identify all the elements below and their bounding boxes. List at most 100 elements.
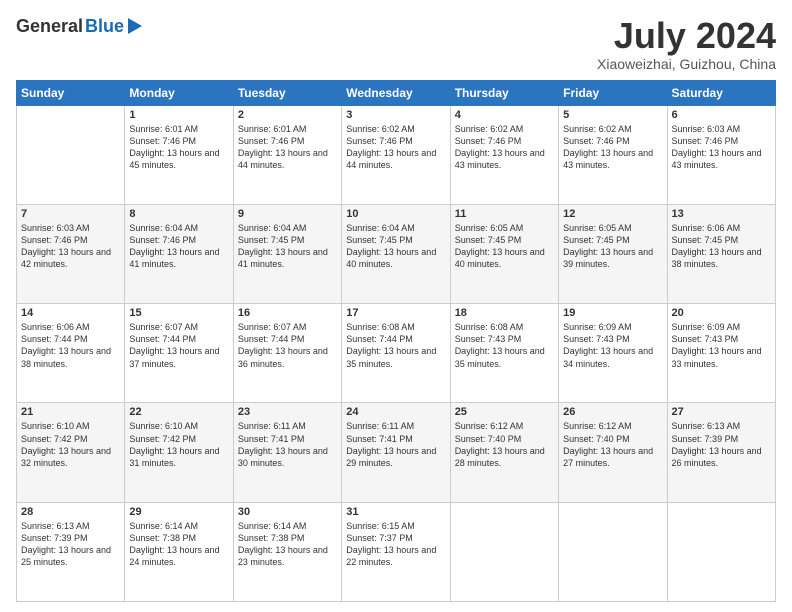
day-number: 23 (238, 406, 337, 418)
calendar-week-row: 28 Sunrise: 6:13 AMSunset: 7:39 PMDaylig… (17, 502, 776, 601)
cell-info: Sunrise: 6:13 AMSunset: 7:39 PMDaylight:… (21, 520, 120, 569)
cell-info: Sunrise: 6:11 AMSunset: 7:41 PMDaylight:… (346, 420, 445, 469)
day-number: 30 (238, 506, 337, 518)
calendar-cell: 25 Sunrise: 6:12 AMSunset: 7:40 PMDaylig… (450, 403, 558, 502)
calendar-cell: 22 Sunrise: 6:10 AMSunset: 7:42 PMDaylig… (125, 403, 233, 502)
cell-info: Sunrise: 6:09 AMSunset: 7:43 PMDaylight:… (672, 321, 771, 370)
calendar-cell (667, 502, 775, 601)
calendar-cell: 17 Sunrise: 6:08 AMSunset: 7:44 PMDaylig… (342, 304, 450, 403)
calendar-cell: 10 Sunrise: 6:04 AMSunset: 7:45 PMDaylig… (342, 204, 450, 303)
cell-info: Sunrise: 6:01 AMSunset: 7:46 PMDaylight:… (238, 123, 337, 172)
day-number: 27 (672, 406, 771, 418)
calendar-cell: 13 Sunrise: 6:06 AMSunset: 7:45 PMDaylig… (667, 204, 775, 303)
day-number: 19 (563, 307, 662, 319)
title-area: July 2024 Xiaoweizhai, Guizhou, China (597, 16, 776, 72)
cell-info: Sunrise: 6:08 AMSunset: 7:44 PMDaylight:… (346, 321, 445, 370)
calendar-cell: 20 Sunrise: 6:09 AMSunset: 7:43 PMDaylig… (667, 304, 775, 403)
day-number: 10 (346, 208, 445, 220)
day-number: 16 (238, 307, 337, 319)
calendar-cell: 8 Sunrise: 6:04 AMSunset: 7:46 PMDayligh… (125, 204, 233, 303)
location: Xiaoweizhai, Guizhou, China (597, 56, 776, 72)
calendar-cell: 23 Sunrise: 6:11 AMSunset: 7:41 PMDaylig… (233, 403, 341, 502)
day-number: 3 (346, 109, 445, 121)
day-number: 28 (21, 506, 120, 518)
day-number: 5 (563, 109, 662, 121)
logo: General Blue (16, 16, 142, 37)
header: General Blue July 2024 Xiaoweizhai, Guiz… (16, 16, 776, 72)
cell-info: Sunrise: 6:10 AMSunset: 7:42 PMDaylight:… (21, 420, 120, 469)
calendar-header-row: SundayMondayTuesdayWednesdayThursdayFrid… (17, 80, 776, 105)
calendar-cell: 28 Sunrise: 6:13 AMSunset: 7:39 PMDaylig… (17, 502, 125, 601)
cell-info: Sunrise: 6:03 AMSunset: 7:46 PMDaylight:… (21, 222, 120, 271)
calendar-cell: 14 Sunrise: 6:06 AMSunset: 7:44 PMDaylig… (17, 304, 125, 403)
cell-info: Sunrise: 6:02 AMSunset: 7:46 PMDaylight:… (346, 123, 445, 172)
calendar-week-row: 7 Sunrise: 6:03 AMSunset: 7:46 PMDayligh… (17, 204, 776, 303)
calendar-cell: 16 Sunrise: 6:07 AMSunset: 7:44 PMDaylig… (233, 304, 341, 403)
calendar-cell (17, 105, 125, 204)
cell-info: Sunrise: 6:15 AMSunset: 7:37 PMDaylight:… (346, 520, 445, 569)
day-number: 24 (346, 406, 445, 418)
calendar-cell: 24 Sunrise: 6:11 AMSunset: 7:41 PMDaylig… (342, 403, 450, 502)
day-number: 17 (346, 307, 445, 319)
cell-info: Sunrise: 6:03 AMSunset: 7:46 PMDaylight:… (672, 123, 771, 172)
calendar-cell: 26 Sunrise: 6:12 AMSunset: 7:40 PMDaylig… (559, 403, 667, 502)
day-number: 4 (455, 109, 554, 121)
day-number: 9 (238, 208, 337, 220)
cell-info: Sunrise: 6:08 AMSunset: 7:43 PMDaylight:… (455, 321, 554, 370)
calendar-cell: 19 Sunrise: 6:09 AMSunset: 7:43 PMDaylig… (559, 304, 667, 403)
day-number: 18 (455, 307, 554, 319)
day-number: 29 (129, 506, 228, 518)
day-number: 26 (563, 406, 662, 418)
day-number: 1 (129, 109, 228, 121)
calendar-cell: 18 Sunrise: 6:08 AMSunset: 7:43 PMDaylig… (450, 304, 558, 403)
cell-info: Sunrise: 6:07 AMSunset: 7:44 PMDaylight:… (238, 321, 337, 370)
cell-info: Sunrise: 6:10 AMSunset: 7:42 PMDaylight:… (129, 420, 228, 469)
logo-blue-text: Blue (85, 16, 124, 37)
calendar-header-wednesday: Wednesday (342, 80, 450, 105)
cell-info: Sunrise: 6:04 AMSunset: 7:45 PMDaylight:… (238, 222, 337, 271)
cell-info: Sunrise: 6:09 AMSunset: 7:43 PMDaylight:… (563, 321, 662, 370)
day-number: 7 (21, 208, 120, 220)
cell-info: Sunrise: 6:07 AMSunset: 7:44 PMDaylight:… (129, 321, 228, 370)
calendar-cell: 2 Sunrise: 6:01 AMSunset: 7:46 PMDayligh… (233, 105, 341, 204)
calendar-cell: 21 Sunrise: 6:10 AMSunset: 7:42 PMDaylig… (17, 403, 125, 502)
calendar-week-row: 21 Sunrise: 6:10 AMSunset: 7:42 PMDaylig… (17, 403, 776, 502)
page: General Blue July 2024 Xiaoweizhai, Guiz… (0, 0, 792, 612)
calendar-week-row: 14 Sunrise: 6:06 AMSunset: 7:44 PMDaylig… (17, 304, 776, 403)
cell-info: Sunrise: 6:04 AMSunset: 7:46 PMDaylight:… (129, 222, 228, 271)
calendar-header-sunday: Sunday (17, 80, 125, 105)
day-number: 2 (238, 109, 337, 121)
calendar-cell (450, 502, 558, 601)
logo-general-text: General (16, 16, 83, 37)
cell-info: Sunrise: 6:02 AMSunset: 7:46 PMDaylight:… (563, 123, 662, 172)
calendar-cell: 7 Sunrise: 6:03 AMSunset: 7:46 PMDayligh… (17, 204, 125, 303)
cell-info: Sunrise: 6:11 AMSunset: 7:41 PMDaylight:… (238, 420, 337, 469)
cell-info: Sunrise: 6:04 AMSunset: 7:45 PMDaylight:… (346, 222, 445, 271)
day-number: 13 (672, 208, 771, 220)
calendar-header-thursday: Thursday (450, 80, 558, 105)
day-number: 22 (129, 406, 228, 418)
calendar-cell (559, 502, 667, 601)
calendar-cell: 30 Sunrise: 6:14 AMSunset: 7:38 PMDaylig… (233, 502, 341, 601)
logo-arrow-icon (128, 18, 142, 34)
calendar-cell: 29 Sunrise: 6:14 AMSunset: 7:38 PMDaylig… (125, 502, 233, 601)
cell-info: Sunrise: 6:02 AMSunset: 7:46 PMDaylight:… (455, 123, 554, 172)
day-number: 25 (455, 406, 554, 418)
day-number: 8 (129, 208, 228, 220)
calendar-header-friday: Friday (559, 80, 667, 105)
cell-info: Sunrise: 6:06 AMSunset: 7:45 PMDaylight:… (672, 222, 771, 271)
calendar-cell: 27 Sunrise: 6:13 AMSunset: 7:39 PMDaylig… (667, 403, 775, 502)
cell-info: Sunrise: 6:05 AMSunset: 7:45 PMDaylight:… (563, 222, 662, 271)
day-number: 31 (346, 506, 445, 518)
cell-info: Sunrise: 6:05 AMSunset: 7:45 PMDaylight:… (455, 222, 554, 271)
cell-info: Sunrise: 6:01 AMSunset: 7:46 PMDaylight:… (129, 123, 228, 172)
calendar-table: SundayMondayTuesdayWednesdayThursdayFrid… (16, 80, 776, 602)
calendar-week-row: 1 Sunrise: 6:01 AMSunset: 7:46 PMDayligh… (17, 105, 776, 204)
cell-info: Sunrise: 6:13 AMSunset: 7:39 PMDaylight:… (672, 420, 771, 469)
calendar-cell: 9 Sunrise: 6:04 AMSunset: 7:45 PMDayligh… (233, 204, 341, 303)
day-number: 20 (672, 307, 771, 319)
day-number: 21 (21, 406, 120, 418)
calendar-cell: 15 Sunrise: 6:07 AMSunset: 7:44 PMDaylig… (125, 304, 233, 403)
calendar-cell: 6 Sunrise: 6:03 AMSunset: 7:46 PMDayligh… (667, 105, 775, 204)
calendar-header-monday: Monday (125, 80, 233, 105)
